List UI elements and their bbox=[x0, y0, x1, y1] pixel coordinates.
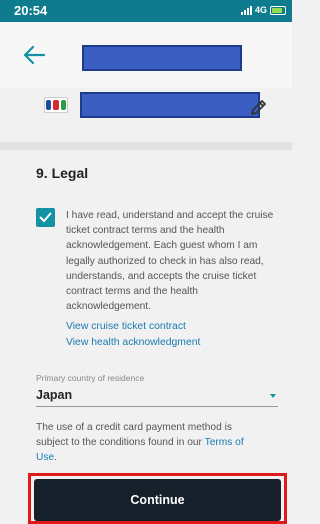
header bbox=[0, 22, 292, 88]
terms-text: The use of a credit card payment method … bbox=[36, 422, 232, 448]
residence-label: Primary country of residence bbox=[36, 373, 145, 383]
arrow-left-icon[interactable] bbox=[22, 44, 46, 66]
status-indicators: 4G bbox=[240, 5, 286, 15]
continue-button[interactable]: Continue bbox=[34, 479, 281, 521]
redacted-header-title bbox=[82, 45, 242, 71]
residence-value: Japan bbox=[36, 388, 73, 402]
caret-down-icon bbox=[270, 394, 276, 398]
terms-notice: The use of a credit card payment method … bbox=[36, 420, 266, 465]
terms-suffix: . bbox=[54, 452, 57, 463]
status-time: 20:54 bbox=[14, 3, 48, 18]
view-contract-link[interactable]: View cruise ticket contract bbox=[66, 321, 186, 332]
legal-section-title: 9. Legal bbox=[36, 165, 89, 181]
redacted-card-number bbox=[80, 92, 260, 118]
payment-card-row bbox=[36, 92, 276, 122]
pencil-icon[interactable] bbox=[248, 96, 270, 118]
section-divider bbox=[0, 142, 292, 150]
legal-acknowledgement-text: I have read, understand and accept the c… bbox=[66, 210, 274, 313]
battery-icon bbox=[270, 5, 286, 15]
legal-acceptance-checkbox[interactable] bbox=[36, 208, 55, 227]
view-health-link[interactable]: View health acknowledgment bbox=[66, 337, 200, 348]
residence-select[interactable]: Japan bbox=[36, 385, 278, 407]
network-type: 4G bbox=[254, 5, 267, 15]
checkmark-icon bbox=[39, 212, 52, 222]
status-bar: 20:54 4G bbox=[0, 0, 292, 22]
signal-icon bbox=[240, 5, 252, 15]
jcb-card-logo bbox=[44, 97, 68, 113]
